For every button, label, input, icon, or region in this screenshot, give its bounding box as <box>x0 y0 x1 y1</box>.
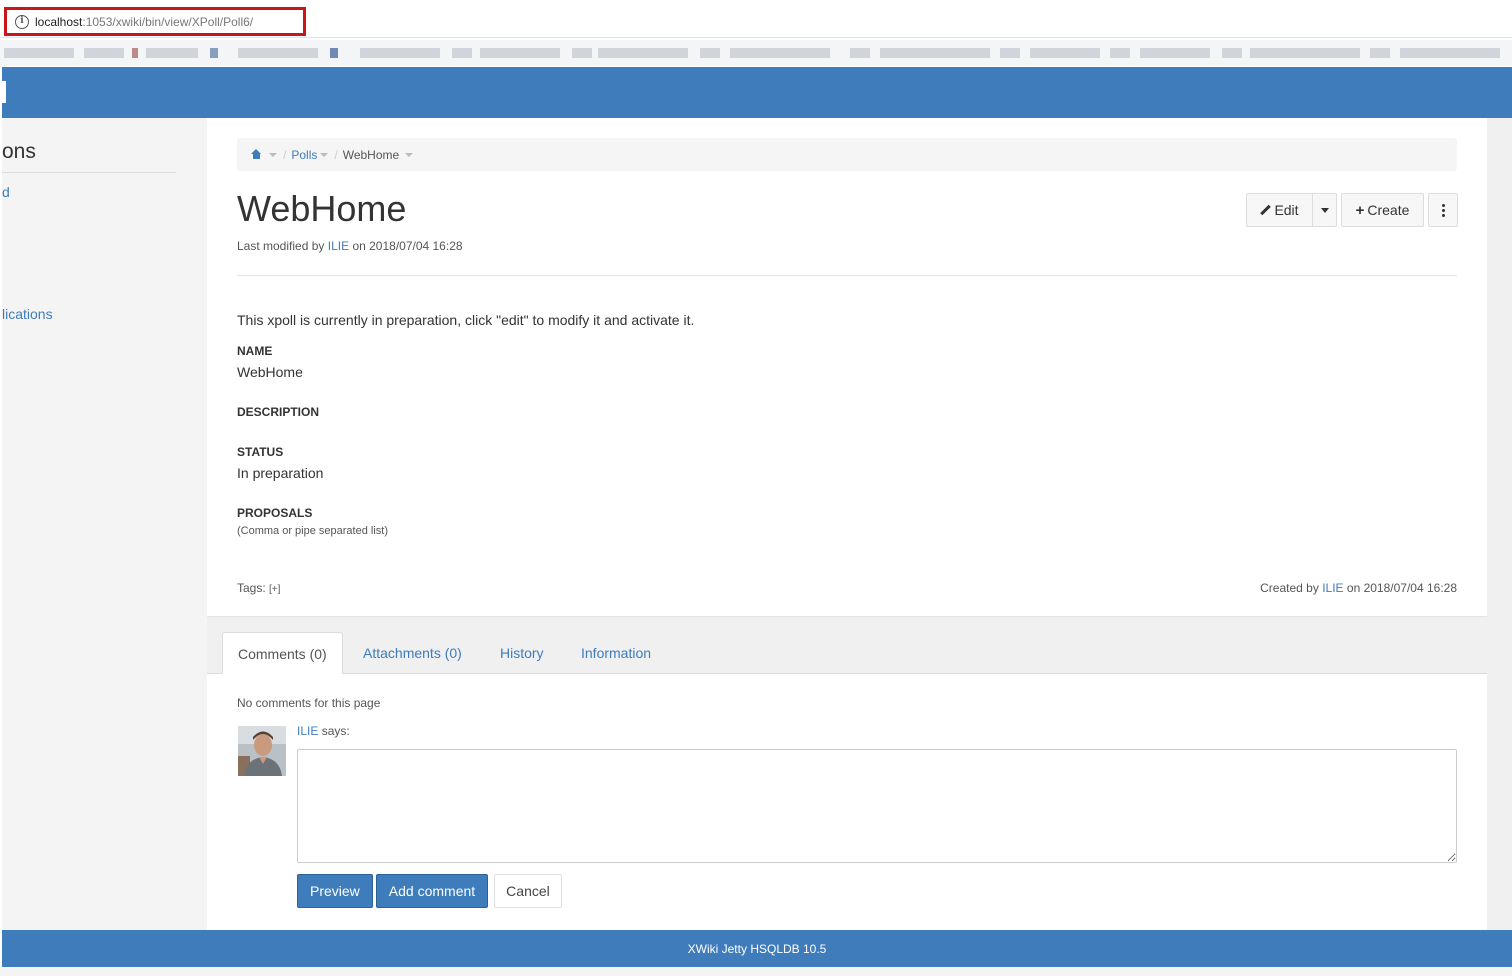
left-panel: ons d lications <box>2 118 207 930</box>
breadcrumb-separator: / <box>283 147 287 162</box>
proposals-label: PROPOSALS <box>237 506 313 520</box>
comment-user-link[interactable]: ILIE <box>297 724 318 738</box>
title-divider <box>237 275 1457 276</box>
add-comment-button[interactable]: Add comment <box>375 874 489 908</box>
panel-divider <box>2 172 176 173</box>
edit-button-group: Edit <box>1246 193 1337 227</box>
footer-version-text: XWiki Jetty HSQLDB 10.5 <box>687 941 827 956</box>
edit-menu-toggle[interactable] <box>1312 193 1337 227</box>
created-prefix: Created by <box>1260 581 1319 595</box>
created-user-link[interactable]: ILIE <box>1322 581 1343 595</box>
create-label: Create <box>1367 202 1410 218</box>
menu-stub[interactable] <box>2 81 6 103</box>
docextra-tabs: Comments (0) Attachments (0) History Inf… <box>207 632 1487 675</box>
status-value: In preparation <box>237 465 324 481</box>
home-icon[interactable] <box>251 149 262 160</box>
edit-label: Edit <box>1274 202 1299 218</box>
url-path: :1053/xwiki/bin/view/XPoll/Poll6/ <box>82 14 254 29</box>
avatar[interactable] <box>238 726 286 776</box>
says-label: says: <box>321 724 350 738</box>
bottom-strip <box>0 967 1512 976</box>
last-modified-info: Last modified by ILIE on 2018/07/04 16:2… <box>237 239 463 253</box>
chevron-down-icon[interactable] <box>320 152 329 157</box>
cancel-button[interactable]: Cancel <box>494 874 562 908</box>
modified-date: on 2018/07/04 16:28 <box>352 239 463 253</box>
comments-pane: No comments for this page ILIE says: Pre… <box>207 674 1487 930</box>
pencil-icon <box>1260 205 1270 215</box>
more-actions-button[interactable] <box>1428 193 1458 227</box>
created-date: on 2018/07/04 16:28 <box>1346 581 1457 595</box>
comment-textarea[interactable] <box>297 749 1457 863</box>
description-label: DESCRIPTION <box>237 405 320 419</box>
breadcrumb-separator: / <box>334 147 338 162</box>
bookmarks-bar <box>0 40 1512 66</box>
plus-icon: + <box>1355 201 1365 219</box>
info-icon[interactable]: i <box>15 14 29 29</box>
page-title: WebHome <box>237 188 407 229</box>
panel-link[interactable]: d <box>2 184 10 200</box>
poll-intro-text: This xpoll is currently in preparation, … <box>237 312 695 328</box>
chevron-down-icon[interactable] <box>269 152 277 157</box>
tab-attachments[interactable]: Attachments (0) <box>363 632 462 674</box>
modified-user-link[interactable]: ILIE <box>328 239 349 253</box>
name-value: WebHome <box>237 364 303 380</box>
top-navigation-bar <box>2 67 1512 118</box>
modified-prefix: Last modified by <box>237 239 325 253</box>
preview-button[interactable]: Preview <box>297 874 373 908</box>
comment-actions: Preview Add comment Cancel <box>297 874 562 908</box>
edit-button[interactable]: Edit <box>1246 193 1312 227</box>
name-label: NAME <box>237 344 273 358</box>
panel-link-applications[interactable]: lications <box>2 306 53 322</box>
comment-author: ILIE says: <box>297 724 350 738</box>
status-label: STATUS <box>237 445 284 459</box>
url-field[interactable]: i localhost:1053/xwiki/bin/view/XPoll/Po… <box>4 7 306 36</box>
chevron-down-icon <box>1320 207 1329 213</box>
create-button-group: + Create <box>1341 193 1424 227</box>
breadcrumb-item-current: WebHome <box>342 147 400 162</box>
add-tag-link[interactable]: [+] <box>269 584 280 595</box>
chevron-down-icon[interactable] <box>405 152 414 157</box>
created-info: Created by ILIE on 2018/07/04 16:28 <box>1260 581 1457 595</box>
tab-history[interactable]: History <box>500 632 544 674</box>
panel-title: ons <box>2 140 36 163</box>
tags-label: Tags: <box>237 581 266 595</box>
breadcrumb: / Polls / WebHome <box>237 138 1457 171</box>
footer: XWiki Jetty HSQLDB 10.5 <box>2 930 1512 967</box>
url-host: localhost <box>35 14 83 29</box>
browser-address-bar: i localhost:1053/xwiki/bin/view/XPoll/Po… <box>0 0 1512 38</box>
no-comments-text: No comments for this page <box>237 696 381 710</box>
tab-information[interactable]: Information <box>581 632 651 674</box>
more-actions-group <box>1428 193 1458 227</box>
proposals-hint: (Comma or pipe separated list) <box>237 525 389 537</box>
create-button[interactable]: + Create <box>1341 193 1424 227</box>
main-content: / Polls / WebHome WebHome Last modified … <box>207 118 1487 617</box>
breadcrumb-item-polls[interactable]: Polls <box>291 148 317 162</box>
more-vertical-icon <box>1441 203 1445 217</box>
tab-comments[interactable]: Comments (0) <box>222 632 343 675</box>
tags-section: Tags: [+] <box>237 581 280 595</box>
